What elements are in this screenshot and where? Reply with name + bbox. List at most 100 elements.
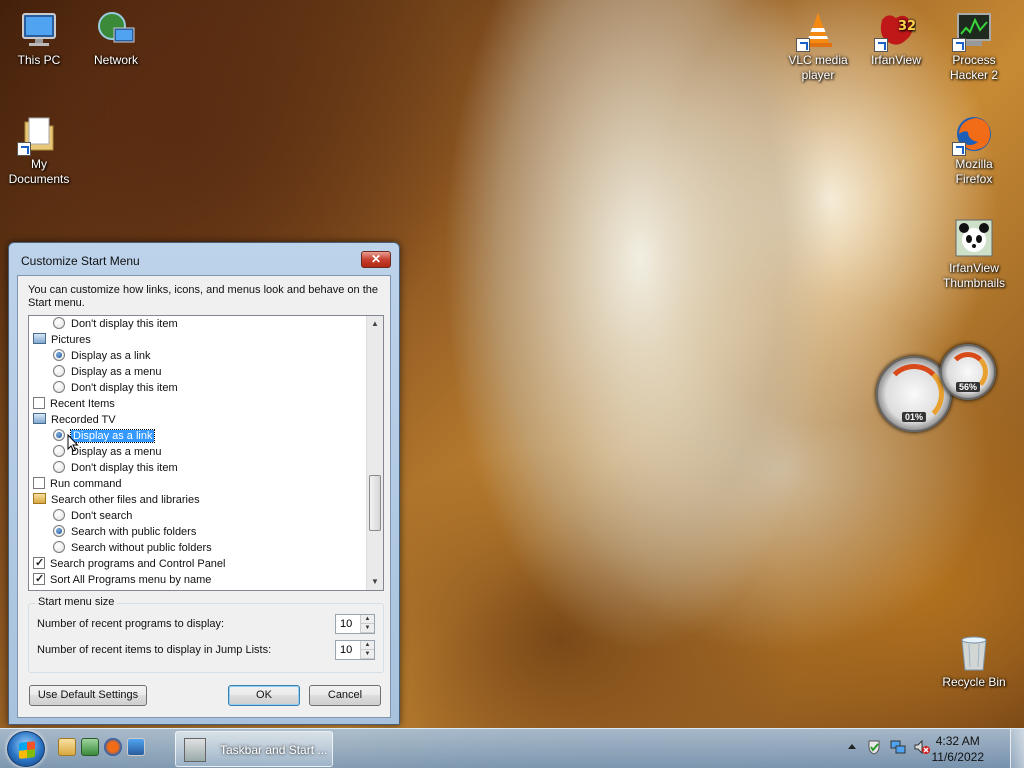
list-category: Recorded TV [33, 412, 116, 428]
cpu-gauge-value: 01% [901, 412, 927, 422]
mouse-cursor-icon [67, 434, 79, 452]
spin-down-icon[interactable]: ▼ [361, 624, 374, 633]
computer-icon [19, 10, 59, 50]
list-item[interactable]: Display as a menu [53, 364, 162, 380]
dialog-title: Customize Start Menu [21, 254, 140, 268]
windows-logo-icon [19, 741, 35, 759]
desktop-icon-label: Process Hacker 2 [949, 53, 999, 82]
desktop-icon-label: VLC media player [788, 53, 848, 82]
list-item[interactable]: Search programs and Control Panel [33, 555, 225, 572]
firefox-quicklaunch-icon[interactable] [104, 738, 122, 756]
desktop-icon-label: IrfanView Thumbnails [942, 261, 1006, 290]
close-icon: ✕ [370, 252, 382, 266]
start-button[interactable] [7, 731, 45, 767]
radio-button[interactable] [53, 381, 65, 393]
shortcut-arrow-icon [952, 142, 966, 156]
list-item[interactable]: Search without public folders [53, 540, 212, 556]
radio-button[interactable] [53, 317, 65, 329]
dialog-intro-text: You can customize how links, icons, and … [28, 284, 378, 309]
firefox-icon [952, 114, 994, 156]
checkbox[interactable] [33, 571, 45, 587]
radio-button[interactable] [53, 461, 65, 473]
desktop-icon-label: Mozilla Firefox [955, 157, 993, 186]
checkbox[interactable] [33, 477, 45, 489]
vlc-icon [796, 10, 838, 52]
list-item[interactable]: Display as a link [53, 348, 150, 364]
desktop-icon-vlc[interactable]: VLC media player [780, 10, 856, 83]
customize-start-menu-dialog: Customize Start Menu ✕ You can customize… [8, 242, 400, 725]
desktop-icon-label: Recycle Bin [942, 675, 1006, 689]
spin-up-icon[interactable]: ▲ [361, 615, 374, 624]
radio-button[interactable] [53, 429, 65, 441]
recent-programs-value: 10 [340, 618, 353, 630]
recent-programs-stepper[interactable]: 10 ▲ ▼ [335, 614, 375, 634]
desktop-icon-label: My Documents [8, 157, 70, 186]
svg-text:32: 32 [898, 19, 916, 34]
process-hacker-icon [952, 10, 994, 52]
desktop-icon-recycle-bin[interactable]: Recycle Bin [936, 632, 1012, 690]
memory-meter-gadget[interactable]: 56% [940, 344, 996, 400]
list-category: Search other files and libraries [33, 492, 200, 508]
taskbar: Taskbar and Start ... 4:32 AM 11/6/2022 [0, 728, 1024, 768]
scroll-down-arrow-icon[interactable]: ▼ [367, 574, 383, 590]
list-item[interactable]: Don't search [53, 508, 132, 524]
radio-button[interactable] [53, 349, 65, 361]
desktop-icon-process-hacker[interactable]: Process Hacker 2 [936, 10, 1012, 83]
desktop-icon-network[interactable]: Network [78, 10, 154, 68]
desktop-icon-irfanview[interactable]: 32 IrfanView [858, 10, 934, 68]
explorer-quicklaunch-icon[interactable] [58, 738, 76, 756]
checkbox[interactable] [33, 555, 45, 571]
desktop-icon-this-pc[interactable]: This PC [1, 10, 77, 68]
desktop-icon-label: Network [93, 53, 138, 67]
list-item[interactable]: Don't display this item [53, 380, 178, 396]
list-item[interactable]: Run command [33, 476, 122, 492]
scroll-up-arrow-icon[interactable]: ▲ [367, 316, 383, 332]
action-center-icon[interactable] [866, 739, 882, 755]
desktop-icon-label: This PC [17, 53, 61, 67]
irfanview-icon: 32 [874, 10, 916, 52]
list-item[interactable]: Sort All Programs menu by name [33, 571, 211, 588]
list-category: Pictures [33, 332, 91, 348]
list-item[interactable]: Don't display this item [53, 460, 178, 476]
shortcut-arrow-icon [796, 38, 810, 52]
task-label: Taskbar and Start ... [220, 743, 328, 757]
show-desktop-button[interactable] [1010, 729, 1024, 768]
desktop-icon-irfanview-thumbnails[interactable]: IrfanView Thumbnails [936, 218, 1012, 291]
recycle-bin-icon [954, 632, 994, 672]
desktop-icon-firefox[interactable]: Mozilla Firefox [936, 114, 1012, 187]
jump-list-stepper[interactable]: 10 ▲ ▼ [335, 640, 375, 660]
recorded-tv-icon [33, 413, 46, 424]
spin-down-icon[interactable]: ▼ [361, 650, 374, 659]
use-default-settings-button[interactable]: Use Default Settings [29, 685, 147, 706]
list-scrollbar[interactable]: ▲ ▼ [366, 316, 383, 590]
list-item[interactable]: Don't display this item [53, 316, 178, 332]
list-item[interactable]: Recent Items [33, 396, 115, 412]
close-button[interactable]: ✕ [361, 251, 391, 268]
radio-button[interactable] [53, 365, 65, 377]
jump-list-label: Number of recent items to display in Jum… [37, 644, 272, 656]
network-tray-icon[interactable] [890, 739, 906, 755]
desktop-quicklaunch-icon[interactable] [127, 738, 145, 756]
taskbar-task-button[interactable]: Taskbar and Start ... [175, 731, 333, 767]
volume-muted-icon[interactable] [914, 739, 930, 755]
radio-button[interactable] [53, 509, 65, 521]
pictures-icon [33, 333, 46, 344]
scroll-thumb[interactable] [369, 475, 381, 531]
documents-folder-icon [17, 114, 59, 156]
spin-up-icon[interactable]: ▲ [361, 641, 374, 650]
radio-button[interactable] [53, 445, 65, 457]
radio-button[interactable] [53, 541, 65, 553]
clock-time: 4:32 AM [935, 734, 980, 748]
show-hidden-icons-icon[interactable] [844, 739, 860, 755]
checkbox[interactable] [33, 397, 45, 409]
cancel-button[interactable]: Cancel [309, 685, 381, 706]
control-panel-quicklaunch-icon[interactable] [81, 738, 99, 756]
dialog-titlebar[interactable]: Customize Start Menu ✕ [9, 243, 399, 275]
taskbar-properties-icon [184, 738, 206, 762]
desktop-icon-my-documents[interactable]: My Documents [1, 114, 77, 187]
ok-button[interactable]: OK [228, 685, 300, 706]
start-menu-options-list[interactable]: Don't display this item Pictures Display… [28, 315, 384, 591]
list-item[interactable]: Search with public folders [53, 524, 196, 540]
radio-button[interactable] [53, 525, 65, 537]
system-clock[interactable]: 4:32 AM 11/6/2022 [932, 733, 985, 765]
